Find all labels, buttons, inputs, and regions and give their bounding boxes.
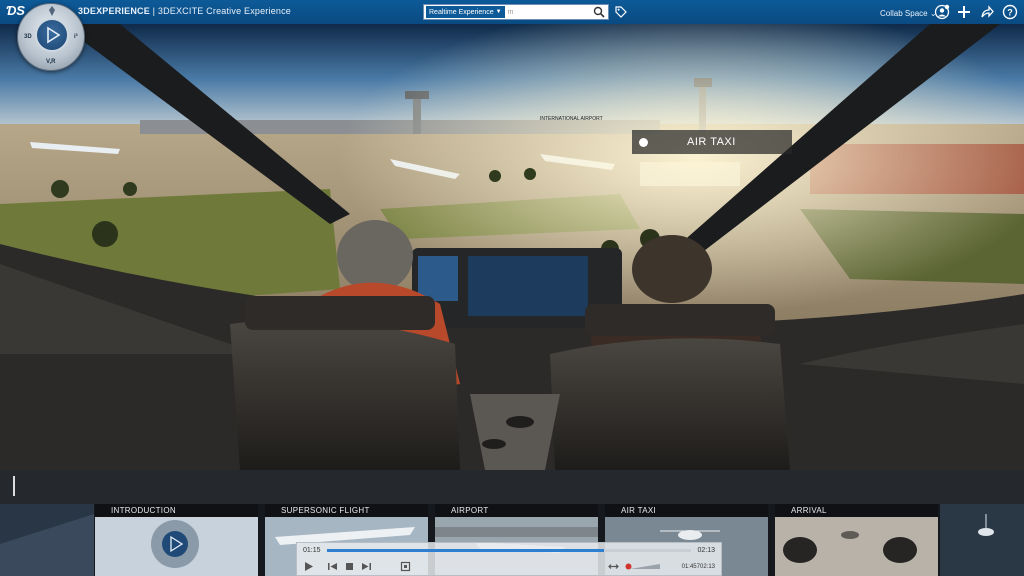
ds-logo-icon[interactable]: ƊS: [6, 3, 25, 18]
current-time: 01:15: [303, 547, 321, 554]
collab-space-label: Collab Space: [880, 9, 928, 18]
chapter-thumbnail: [95, 517, 258, 576]
volume-slider[interactable]: [630, 564, 660, 569]
help-icon[interactable]: ?: [1002, 4, 1018, 20]
media-player: 01:15 02:13 01:45702:13: [296, 542, 722, 576]
chapter-title: AIR TAXI: [605, 504, 768, 517]
search-scope-label: Realtime Experience: [429, 8, 494, 16]
chevron-down-icon: ▼: [495, 9, 502, 15]
caption-text-cursor[interactable]: [13, 476, 15, 496]
progress-fill: [327, 549, 604, 552]
timecode: 01:45702:13: [681, 564, 715, 570]
chapter-card-introduction[interactable]: INTRODUCTION: [95, 504, 258, 576]
airport-sign: INTERNATIONAL AIRPORT: [540, 116, 603, 122]
cockpit-scene-image: INTERNATIONAL AIRPORT: [0, 24, 1024, 470]
total-time: 02:13: [697, 547, 715, 554]
search-icon[interactable]: [593, 6, 605, 18]
svg-text:?: ?: [1007, 8, 1013, 18]
compass-3d-label[interactable]: 3D: [24, 34, 32, 40]
chapter-card-arrival[interactable]: ARRIVAL: [775, 504, 938, 576]
share-icon[interactable]: [979, 4, 995, 20]
tag-icon[interactable]: [614, 5, 628, 19]
user-profile-icon[interactable]: [934, 4, 950, 20]
play-icon[interactable]: [303, 561, 314, 572]
progress-bar[interactable]: [327, 549, 691, 552]
app-title: 3DEXPERIENCE | 3DEXCITE Creative Experie…: [78, 6, 292, 16]
chapter-title: ARRIVAL: [775, 504, 938, 517]
scene-hotspot-label[interactable]: AIR TAXI: [632, 130, 792, 154]
chapter-thumbnail: [775, 517, 938, 576]
hotspot-label-text: AIR TAXI: [687, 136, 736, 148]
hotspot-dot-icon: [639, 137, 648, 147]
top-bar: ƊS 3DEXPERIENCE | 3DEXCITE Creative Expe…: [0, 0, 1024, 24]
chapter-title: INTRODUCTION: [95, 504, 258, 517]
collab-space-selector[interactable]: Collab Space ⌄: [880, 9, 937, 18]
compass-vr-label[interactable]: V,R: [46, 59, 55, 65]
search-input[interactable]: [507, 8, 598, 16]
compass-i3-label[interactable]: i³: [74, 34, 78, 40]
chapter-title: AIRPORT: [435, 504, 598, 517]
app-window: ƊS 3DEXPERIENCE | 3DEXCITE Creative Expe…: [0, 0, 1024, 576]
chapter-next-thumbnail[interactable]: [940, 504, 1024, 576]
search-bar: Realtime Experience ▼: [423, 4, 609, 20]
search-scope-dropdown[interactable]: Realtime Experience ▼: [426, 6, 505, 18]
viewport-scene[interactable]: INTERNATIONAL AIRPORT AIR TAXI: [0, 24, 1024, 470]
compass-pin-icon: [49, 6, 55, 16]
skip-back-icon[interactable]: [327, 561, 338, 572]
stop-icon[interactable]: [344, 561, 355, 572]
chapter-title: SUPERSONIC FLIGHT: [265, 504, 428, 517]
chapter-prev-thumbnail[interactable]: [0, 504, 94, 576]
fullscreen-icon[interactable]: [400, 561, 411, 572]
compass-play-button[interactable]: [35, 18, 69, 52]
caption-bar: [0, 470, 1024, 504]
add-icon[interactable]: [956, 4, 972, 20]
compass-widget[interactable]: 3D i³ V,R: [17, 3, 85, 71]
skip-forward-icon[interactable]: [361, 561, 372, 572]
loop-icon[interactable]: [608, 561, 619, 572]
play-icon: [47, 26, 61, 44]
